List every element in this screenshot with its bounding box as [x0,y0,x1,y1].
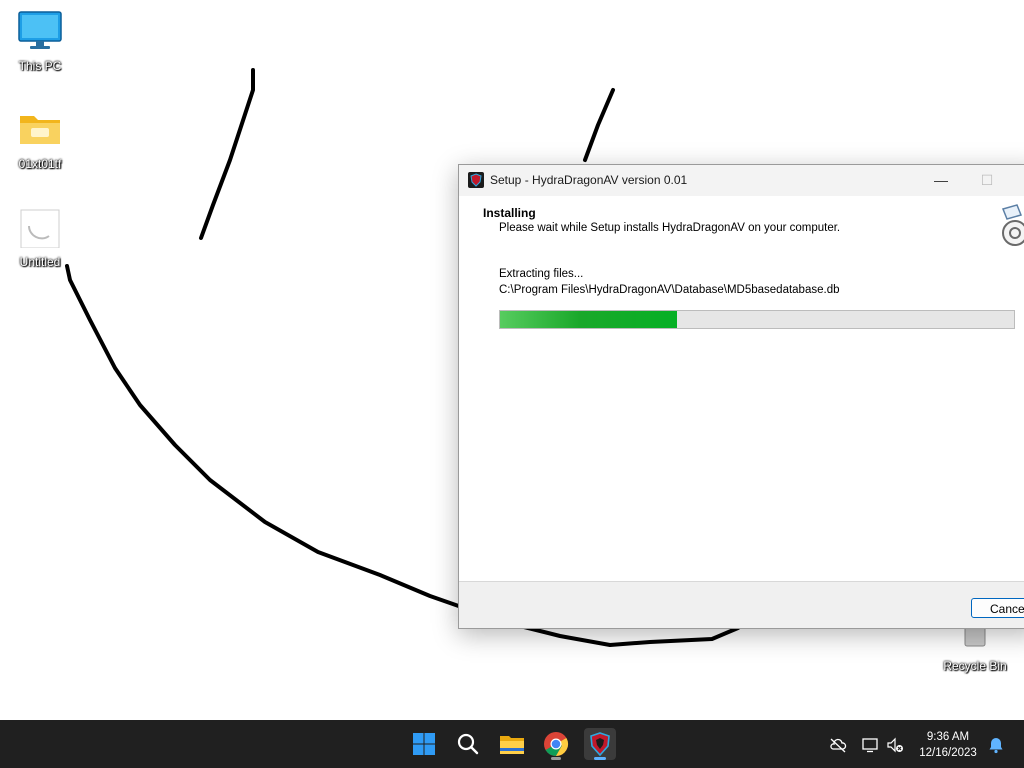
setup-wizard-logo-icon [1001,204,1024,246]
running-indicator [551,757,561,760]
active-indicator [594,757,606,760]
desktop-icon-label: 01xt01tf [18,157,62,171]
desktop-icon-label: This PC [18,59,62,73]
folder-icon [20,116,60,144]
minimize-button[interactable]: — [918,165,964,196]
hydradragon-shield-icon [468,172,484,188]
desktop-icon-folder[interactable]: 01xt01tf [0,108,80,171]
system-clock[interactable]: 9:36 AM 12/16/2023 [912,729,984,761]
dialog-footer: Cancel [459,581,1024,628]
maximize-button[interactable]: ☐ [964,165,1010,196]
page-heading: Installing [483,206,536,220]
desktop-icon-untitled[interactable]: Untitled [0,206,80,269]
desktop-icon-label: Recycle Bin [943,659,1007,673]
chrome-icon [544,732,569,756]
cancel-button[interactable]: Cancel [971,598,1024,618]
title-bar[interactable]: Setup - HydraDragonAV version 0.01 — ☐ [459,165,1024,196]
desktop-icon-label: Untitled [19,255,61,269]
windows-start-icon [413,733,435,755]
maximize-icon: ☐ [980,172,994,188]
minimize-icon: — [934,172,948,188]
clock-time: 9:36 AM [926,731,970,743]
paint-file-icon [20,209,60,249]
taskbar-search-button[interactable] [452,728,484,760]
monitor-icon [18,11,62,49]
desktop-icon-this-pc[interactable]: This PC [0,10,80,73]
search-icon [457,733,479,755]
current-file-path: C:\Program Files\HydraDragonAV\Database\… [499,284,840,296]
notification-bell-icon[interactable] [987,736,1005,754]
install-status-text: Extracting files... [499,268,584,280]
muted-speaker-icon[interactable] [886,736,904,754]
hydradragon-shield-icon [590,732,610,757]
install-progress-bar [499,310,1015,329]
taskbar-start-button[interactable] [408,728,440,760]
folder-icon [500,736,524,754]
clock-date: 12/16/2023 [919,747,977,759]
progress-bar-fill [500,311,678,328]
page-description: Please wait while Setup installs HydraDr… [499,222,841,234]
taskbar-file-explorer[interactable] [496,728,528,760]
setup-dialog: Setup - HydraDragonAV version 0.01 — ☐ I… [458,164,1024,629]
window-title: Setup - HydraDragonAV version 0.01 [490,173,688,187]
taskbar-hydradragon-setup[interactable] [584,728,616,760]
taskbar-chrome[interactable] [540,728,572,760]
display-icon[interactable] [861,736,879,754]
cloud-off-icon[interactable] [829,736,847,754]
